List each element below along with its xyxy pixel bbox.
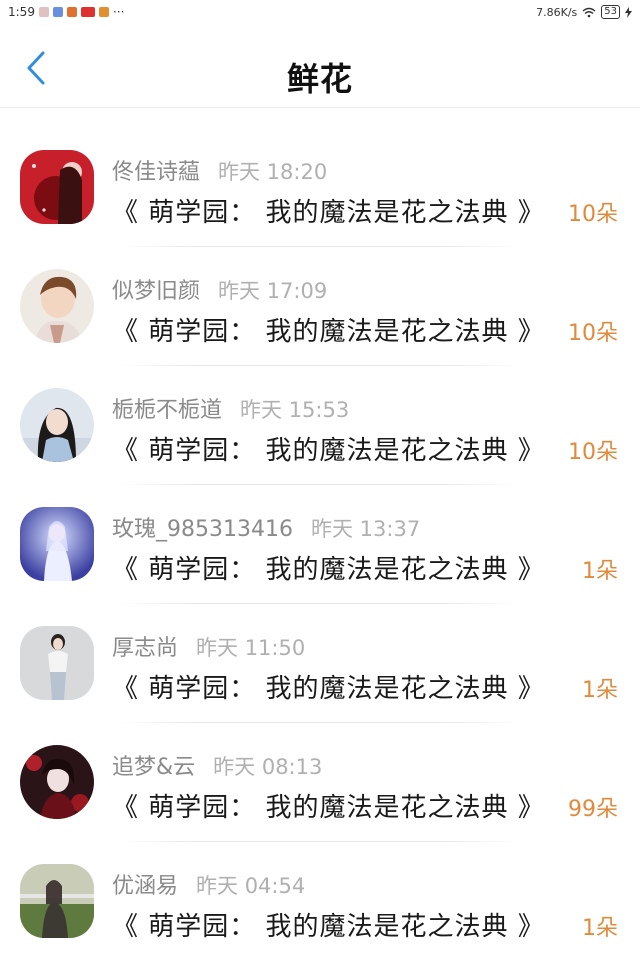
book-title[interactable]: 《 萌学园： 我的魔法是花之法典 》 (112, 549, 545, 586)
avatar[interactable] (20, 507, 94, 581)
flower-count: 1朵 (582, 678, 618, 703)
user-name[interactable]: 佟佳诗藴 (112, 154, 200, 186)
flower-count: 99朵 (568, 797, 618, 822)
entry-meta: 追梦&云 昨天 08:13 (112, 749, 322, 781)
book-title[interactable]: 《 萌学园： 我的魔法是花之法典 》 (112, 668, 545, 705)
avatar[interactable] (20, 150, 94, 224)
timestamp: 昨天 11:50 (196, 636, 306, 660)
flower-count: 1朵 (582, 916, 618, 941)
gift-list: 佟佳诗藴 昨天 18:20 《 萌学园： 我的魔法是花之法典 》 10朵 似梦旧… (0, 128, 640, 961)
book-title[interactable]: 《 萌学园： 我的魔法是花之法典 》 (112, 430, 545, 467)
network-speed: 7.86K/s (536, 5, 578, 19)
list-item[interactable]: 追梦&云 昨天 08:13 《 萌学园： 我的魔法是花之法典 》 99朵 (0, 723, 640, 842)
list-item[interactable]: 优涵易 昨天 04:54 《 萌学园： 我的魔法是花之法典 》 1朵 (0, 842, 640, 961)
book-title[interactable]: 《 萌学园： 我的魔法是花之法典 》 (112, 311, 545, 348)
entry-meta: 玫瑰_985313416 昨天 13:37 (112, 511, 420, 543)
notification-app-icon (38, 7, 49, 17)
user-name[interactable]: 玫瑰_985313416 (112, 511, 293, 543)
avatar[interactable] (20, 864, 94, 938)
notification-app-icon (52, 7, 63, 17)
avatar[interactable] (20, 388, 94, 462)
notification-app-icon (98, 7, 109, 17)
list-item[interactable]: 佟佳诗藴 昨天 18:20 《 萌学园： 我的魔法是花之法典 》 10朵 (0, 128, 640, 247)
user-name[interactable]: 栀栀不栀道 (112, 392, 222, 424)
timestamp: 昨天 15:53 (240, 398, 350, 422)
page-title: 鲜花 (286, 60, 353, 98)
status-left: 1:59 ··· (8, 5, 124, 19)
flower-count: 10朵 (568, 202, 618, 227)
book-title[interactable]: 《 萌学园： 我的魔法是花之法典 》 (112, 192, 545, 229)
notification-app-icon (80, 7, 95, 17)
avatar[interactable] (20, 269, 94, 343)
user-name[interactable]: 追梦&云 (112, 749, 195, 781)
status-right: 7.86K/s 53 (536, 5, 632, 19)
list-item[interactable]: 玫瑰_985313416 昨天 13:37 《 萌学园： 我的魔法是花之法典 》… (0, 485, 640, 604)
battery-indicator: 53 (601, 5, 620, 19)
entry-meta: 栀栀不栀道 昨天 15:53 (112, 392, 349, 424)
timestamp: 昨天 18:20 (218, 160, 328, 184)
entry-meta: 优涵易 昨天 04:54 (112, 868, 305, 900)
entry-meta: 似梦旧颜 昨天 17:09 (112, 273, 327, 305)
notification-app-icon (66, 7, 77, 17)
flower-count: 10朵 (568, 321, 618, 346)
timestamp: 昨天 17:09 (218, 279, 328, 303)
more-notifications-icon: ··· (112, 5, 125, 19)
user-name[interactable]: 似梦旧颜 (112, 273, 200, 305)
flower-count: 10朵 (568, 440, 618, 465)
book-title[interactable]: 《 萌学园： 我的魔法是花之法典 》 (112, 787, 545, 824)
avatar[interactable] (20, 745, 94, 819)
timestamp: 昨天 13:37 (310, 517, 421, 541)
flower-count: 1朵 (582, 559, 618, 584)
timestamp: 昨天 08:13 (213, 755, 323, 779)
status-bar: 1:59 ··· 7.86K/s 53 (0, 0, 640, 24)
user-name[interactable]: 厚志尚 (112, 630, 178, 662)
book-title[interactable]: 《 萌学园： 我的魔法是花之法典 》 (112, 906, 545, 943)
timestamp: 昨天 04:54 (196, 874, 306, 898)
user-name[interactable]: 优涵易 (112, 868, 178, 900)
avatar[interactable] (20, 626, 94, 700)
charging-icon (625, 6, 632, 18)
list-item[interactable]: 厚志尚 昨天 11:50 《 萌学园： 我的魔法是花之法典 》 1朵 (0, 604, 640, 723)
header: 鲜花 (0, 28, 640, 108)
wifi-icon (582, 7, 596, 17)
list-item[interactable]: 似梦旧颜 昨天 17:09 《 萌学园： 我的魔法是花之法典 》 10朵 (0, 247, 640, 366)
entry-meta: 厚志尚 昨天 11:50 (112, 630, 305, 662)
clock: 1:59 (8, 5, 35, 19)
list-item[interactable]: 栀栀不栀道 昨天 15:53 《 萌学园： 我的魔法是花之法典 》 10朵 (0, 366, 640, 485)
entry-meta: 佟佳诗藴 昨天 18:20 (112, 154, 327, 186)
